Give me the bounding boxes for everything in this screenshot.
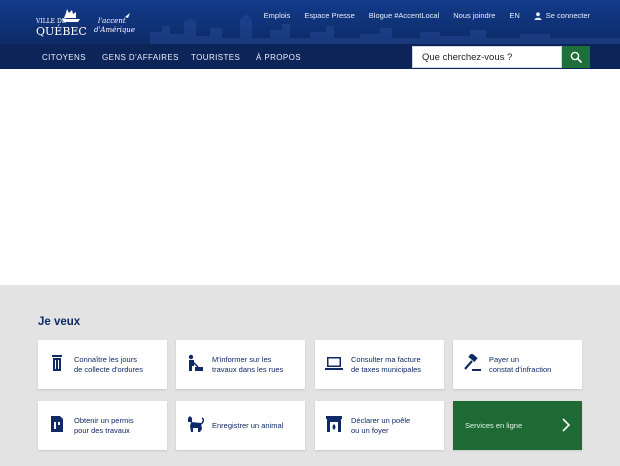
svg-text:l'accent: l'accent bbox=[98, 17, 126, 25]
card-poele-foyer[interactable]: Déclarer un poêle ou un foyer bbox=[315, 401, 444, 450]
laptop-icon bbox=[325, 357, 343, 370]
card-facture-taxes[interactable]: Consulter ma facture de taxes municipale… bbox=[315, 340, 444, 389]
card-enregistrer-animal[interactable]: Enregistrer un animal bbox=[176, 401, 305, 450]
search-input[interactable]: Que cherchez-vous ? bbox=[412, 46, 562, 68]
link-blogue[interactable]: Blogue #AccentLocal bbox=[369, 11, 439, 20]
card-label-line1: Connaître les jours bbox=[74, 355, 137, 364]
language-toggle[interactable]: EN bbox=[509, 11, 519, 20]
quebec-logo[interactable]: VILLE DE QUÉBEC l'accent d'Amérique bbox=[35, 7, 136, 39]
card-label: M'informer sur les travaux dans les rues bbox=[212, 355, 300, 375]
services-en-ligne-button[interactable]: Services en ligne bbox=[453, 401, 582, 450]
nav-touristes[interactable]: TOURISTES bbox=[191, 53, 240, 62]
card-label-line1: Déclarer un poêle bbox=[351, 416, 411, 425]
card-label: Consulter ma facture de taxes municipale… bbox=[351, 355, 439, 375]
gavel-icon bbox=[464, 354, 481, 371]
card-label: Obtenir un permis pour des travaux bbox=[74, 416, 162, 436]
svg-text:d'Amérique: d'Amérique bbox=[94, 26, 135, 34]
permit-icon bbox=[51, 416, 63, 432]
utility-links: Emplois Espace Presse Blogue #AccentLoca… bbox=[264, 11, 590, 20]
fireplace-icon bbox=[326, 416, 342, 432]
svg-text:QUÉBEC: QUÉBEC bbox=[36, 24, 87, 38]
trash-icon bbox=[52, 355, 62, 371]
card-permis-travaux[interactable]: Obtenir un permis pour des travaux bbox=[38, 401, 167, 450]
card-label-line1: Consulter ma facture bbox=[351, 355, 421, 364]
card-label-line2: de taxes municipales bbox=[351, 365, 422, 374]
card-collecte-ordures[interactable]: Connaître les jours de collecte d'ordure… bbox=[38, 340, 167, 389]
login-label: Se connecter bbox=[545, 11, 590, 20]
worker-icon bbox=[188, 354, 203, 371]
card-label-line1: M'informer sur les bbox=[212, 355, 272, 364]
card-label-line2: de collecte d'ordures bbox=[74, 365, 143, 374]
ship-logo-icon: VILLE DE QUÉBEC l'accent d'Amérique bbox=[35, 9, 135, 38]
svg-text:VILLE DE: VILLE DE bbox=[36, 18, 66, 25]
search-button[interactable] bbox=[562, 46, 590, 68]
card-constat-infraction[interactable]: Payer un constat d'infraction bbox=[453, 340, 582, 389]
card-label: Enregistrer un animal bbox=[212, 421, 300, 431]
nav-gens-affaires[interactable]: GENS D'AFFAIRES bbox=[102, 53, 179, 62]
card-label-line2: ou un foyer bbox=[351, 426, 389, 435]
card-label-line1: Payer un bbox=[489, 355, 520, 364]
link-emplois[interactable]: Emplois bbox=[264, 11, 291, 20]
user-icon bbox=[534, 11, 542, 20]
section-title: Je veux bbox=[38, 316, 81, 328]
card-travaux-rues[interactable]: M'informer sur les travaux dans les rues bbox=[176, 340, 305, 389]
login-link[interactable]: Se connecter bbox=[534, 11, 590, 20]
link-espace-presse[interactable]: Espace Presse bbox=[304, 11, 354, 20]
card-label-line1: Obtenir un permis bbox=[74, 416, 134, 425]
nav-citoyens[interactable]: CITOYENS bbox=[42, 53, 86, 62]
card-label-line2: constat d'infraction bbox=[489, 365, 552, 374]
search-icon bbox=[570, 51, 582, 63]
header-banner: VILLE DE QUÉBEC l'accent d'Amérique Empl… bbox=[0, 0, 620, 44]
services-en-ligne-label: Services en ligne bbox=[465, 421, 523, 430]
card-label: Déclarer un poêle ou un foyer bbox=[351, 416, 439, 436]
nav-a-propos[interactable]: À PROPOS bbox=[256, 53, 301, 62]
search-placeholder: Que cherchez-vous ? bbox=[422, 51, 513, 63]
card-label-line2: pour des travaux bbox=[74, 426, 130, 435]
card-label: Connaître les jours de collecte d'ordure… bbox=[74, 355, 162, 375]
card-label-line2: travaux dans les rues bbox=[212, 365, 284, 374]
card-label: Payer un constat d'infraction bbox=[489, 355, 577, 375]
cat-icon bbox=[188, 416, 204, 432]
link-nous-joindre[interactable]: Nous joindre bbox=[453, 11, 495, 20]
chevron-right-icon bbox=[562, 418, 570, 432]
card-label-line1: Enregistrer un animal bbox=[212, 421, 284, 430]
